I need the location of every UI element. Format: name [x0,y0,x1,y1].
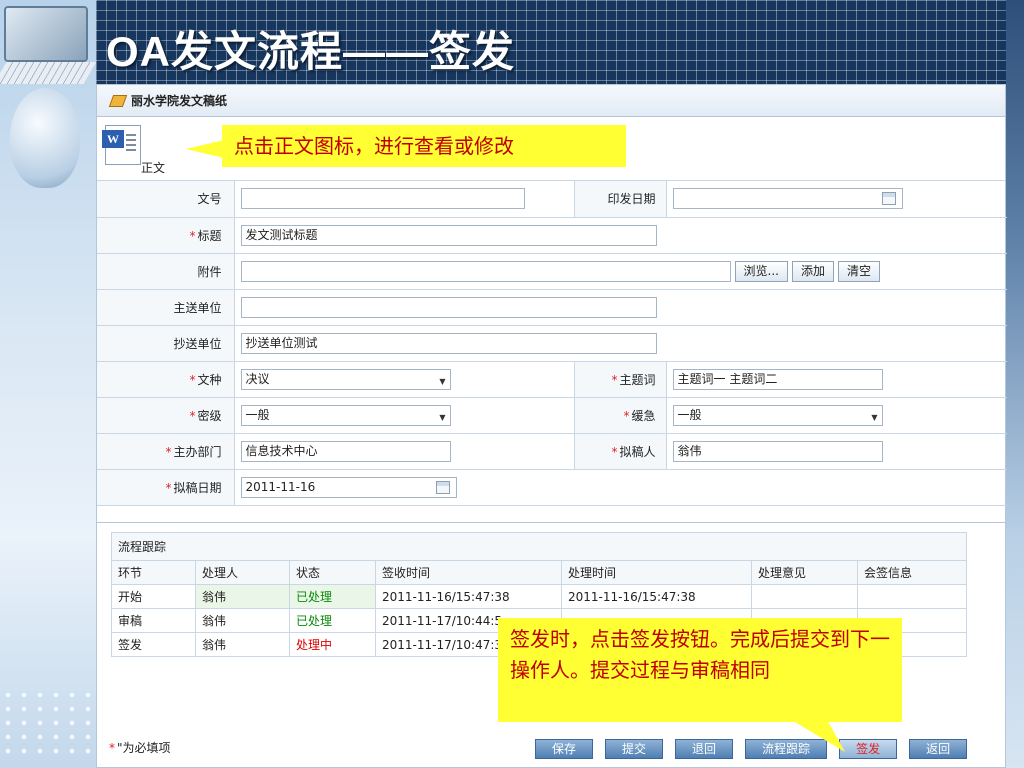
status-cell: 已处理 [289,608,376,633]
column-header: 环节 [111,560,196,585]
tracking-caption: 流程跟踪 [111,532,967,561]
required-mark: * [189,372,196,387]
required-mark: * [189,228,196,243]
action-button-bar: 保存 提交 退回 流程跟踪 签发 返回 [535,739,968,759]
drafter-input[interactable]: 翁伟 [672,440,883,462]
attachment-label: 附件 [97,253,235,290]
form-row-secret-level: *密级 一般 *缓急 一般 [97,397,1007,434]
sign-hint-callout: 签发时，点击签发按钮。完成后提交到下一操作人。提交过程与审稿相同 [498,618,902,722]
document-body-label[interactable]: 正文 [141,159,165,176]
column-header: 签收时间 [375,560,562,585]
form-row-title: * 标题 发文测试标题 [97,217,1007,254]
required-mark: * [623,408,630,423]
return-button[interactable]: 退回 [675,739,734,759]
handler-cell: 翁伟 [195,584,290,609]
step-cell: 签发 [111,632,196,657]
keywords-label: 主题词 [619,372,656,387]
title-label: 标题 [197,228,222,243]
cc-unit-input[interactable]: 抄送单位测试 [240,332,657,354]
required-mark: * [611,444,618,459]
required-mark: * [611,372,618,387]
print-date-input[interactable] [672,188,903,210]
status-cell: 已处理 [289,584,376,609]
document-form: 文号 印发日期 * 标题 发文测试标题 附件 浏览... 添加 清空 主送单位 抄送单… [97,181,1007,506]
clear-attachment-button[interactable]: 清空 [837,260,880,282]
form-row-doc-no: 文号 印发日期 [97,181,1007,218]
draft-date-label: 拟稿日期 [173,480,222,495]
step-cell: 开始 [111,584,196,609]
draft-date-input[interactable]: 2011-11-16 [240,476,457,498]
secret-level-label: 密级 [197,408,222,423]
calendar-icon[interactable] [435,480,450,494]
required-mark: * [109,741,115,755]
pencil-icon [108,94,128,107]
urgency-select[interactable]: 一般 [672,404,883,426]
drafter-label: 拟稿人 [619,444,656,459]
urgency-label: 缓急 [631,408,656,423]
dot-pattern-decoration [0,688,96,758]
required-note-text: "为必填项 [117,741,171,755]
host-dept-input[interactable]: 信息技术中心 [240,440,451,462]
required-mark: * [189,408,196,423]
host-dept-label: 主办部门 [173,444,222,459]
print-date-label: 印发日期 [573,181,667,218]
back-button[interactable]: 返回 [909,739,968,759]
form-row-doc-type: *文种 决议 *主题词 主题词一 主题词二 [97,361,1007,398]
window-title: 丽水学院发文稿纸 [131,94,228,108]
opinion-cell [751,584,858,609]
processed-time-cell: 2011-11-16/15:47:38 [561,584,752,609]
doc-type-select[interactable]: 决议 [240,368,451,390]
save-button[interactable]: 保存 [535,739,594,759]
slide-title: OA发文流程——签发 [106,28,516,75]
calendar-icon[interactable] [881,192,896,206]
keyboard-decoration [0,62,97,84]
tracking-header-row: 环节 处理人 状态 签收时间 处理时间 处理意见 会签信息 [111,560,967,585]
column-header: 处理时间 [561,560,752,585]
title-input[interactable]: 发文测试标题 [240,224,657,246]
form-row-cc-unit: 抄送单位 抄送单位测试 [97,325,1007,362]
doc-type-label: 文种 [197,372,222,387]
browse-button[interactable]: 浏览... [734,260,788,282]
doc-hint-callout: 点击正文图标，进行查看或修改 [222,125,626,167]
slide-background-right [1006,0,1024,768]
form-row-host-dept: * 主办部门 信息技术中心 * 拟稿人 翁伟 [97,433,1007,470]
submit-button[interactable]: 提交 [605,739,664,759]
required-mark: * [165,480,172,495]
doc-no-input[interactable] [240,188,525,210]
step-cell: 审稿 [111,608,196,633]
word-document-icon[interactable]: W [102,125,141,165]
attachment-input[interactable] [240,260,731,282]
status-cell: 处理中 [289,632,376,657]
secret-level-select[interactable]: 一般 [240,404,451,426]
window-header: 丽水学院发文稿纸 [97,85,1005,117]
keywords-input[interactable]: 主题词一 主题词二 [672,368,883,390]
column-header: 会签信息 [857,560,967,585]
doc-hint-callout-tail [186,140,224,158]
form-row-main-unit: 主送单位 [97,289,1007,326]
main-unit-input[interactable] [240,296,657,318]
add-attachment-button[interactable]: 添加 [791,260,834,282]
doc-no-label: 文号 [97,181,235,218]
form-row-attachment: 附件 浏览... 添加 清空 [97,253,1007,290]
required-note: * "为必填项 [109,739,171,756]
main-unit-label: 主送单位 [97,289,235,326]
slide-background-left [0,0,97,768]
column-header: 处理人 [195,560,290,585]
handler-cell: 翁伟 [195,632,290,657]
mouse-decoration [10,88,80,188]
form-row-draft-date: * 拟稿日期 2011-11-16 [97,469,1007,506]
required-mark: * [165,444,172,459]
handler-cell: 翁伟 [195,608,290,633]
countersign-cell [857,584,967,609]
monitor-decoration [4,6,88,62]
column-header: 处理意见 [751,560,858,585]
cc-unit-label: 抄送单位 [97,325,235,362]
received-time-cell: 2011-11-16/15:47:38 [375,584,562,609]
table-row: 开始 翁伟 已处理 2011-11-16/15:47:38 2011-11-16… [111,584,967,609]
column-header: 状态 [289,560,376,585]
